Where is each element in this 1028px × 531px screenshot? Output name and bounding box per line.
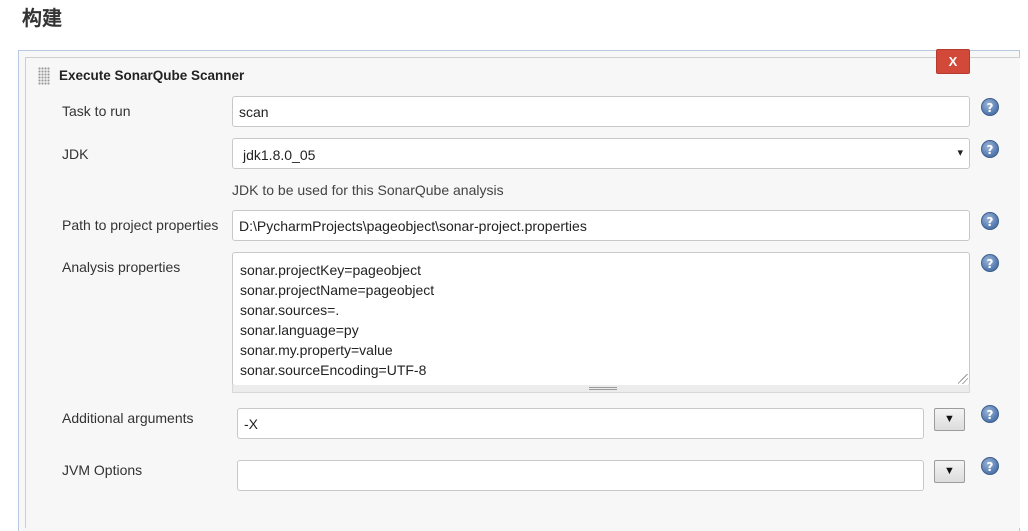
task-label: Task to run — [62, 103, 131, 119]
help-icon[interactable]: ? — [981, 405, 999, 423]
analysis-line: sonar.sources=. — [240, 302, 340, 318]
help-icon[interactable]: ? — [981, 254, 999, 272]
path-label: Path to project properties — [62, 217, 219, 233]
analysis-line: sonar.sourceEncoding=UTF-8 — [240, 362, 427, 378]
analysis-line: sonar.my.property=value — [240, 342, 393, 358]
jdk-description: JDK to be used for this SonarQube analys… — [232, 182, 504, 198]
resize-grip-icon[interactable] — [958, 374, 968, 384]
analysis-line: sonar.projectName=pageobject — [240, 282, 435, 298]
path-input[interactable]: D:\PycharmProjects\pageobject\sonar-proj… — [232, 210, 970, 241]
jdk-label: JDK — [62, 146, 89, 162]
jdk-select[interactable]: jdk1.8.0_05 ▾ — [232, 138, 970, 169]
textarea-resize-handle[interactable] — [232, 385, 970, 393]
jdk-selected-value: jdk1.8.0_05 — [243, 147, 316, 163]
help-icon[interactable]: ? — [981, 98, 999, 116]
jvm-input[interactable] — [237, 460, 924, 491]
help-icon[interactable]: ? — [981, 457, 999, 475]
delete-step-button[interactable]: X — [936, 49, 970, 74]
analysis-textarea[interactable]: sonar.projectKey=pageobject sonar.projec… — [232, 252, 970, 386]
analysis-line: sonar.language=py — [240, 322, 359, 338]
task-input[interactable]: scan — [232, 96, 970, 127]
help-icon[interactable]: ? — [981, 140, 999, 158]
chevron-down-icon: ▾ — [957, 147, 963, 159]
page-title: 构建 — [22, 6, 62, 30]
analysis-line: sonar.projectKey=pageobject — [240, 262, 421, 278]
analysis-label: Analysis properties — [62, 259, 181, 275]
step-title: Execute SonarQube Scanner — [59, 68, 245, 83]
grip-icon — [589, 387, 617, 390]
help-icon[interactable]: ? — [981, 212, 999, 230]
expand-arrow-icon[interactable]: ▼ — [934, 408, 965, 431]
jvm-label: JVM Options — [62, 462, 143, 478]
expand-arrow-icon[interactable]: ▼ — [934, 460, 965, 483]
additional-input[interactable]: -X — [237, 408, 924, 439]
drag-handle-icon[interactable] — [38, 67, 50, 85]
additional-label: Additional arguments — [62, 410, 194, 426]
